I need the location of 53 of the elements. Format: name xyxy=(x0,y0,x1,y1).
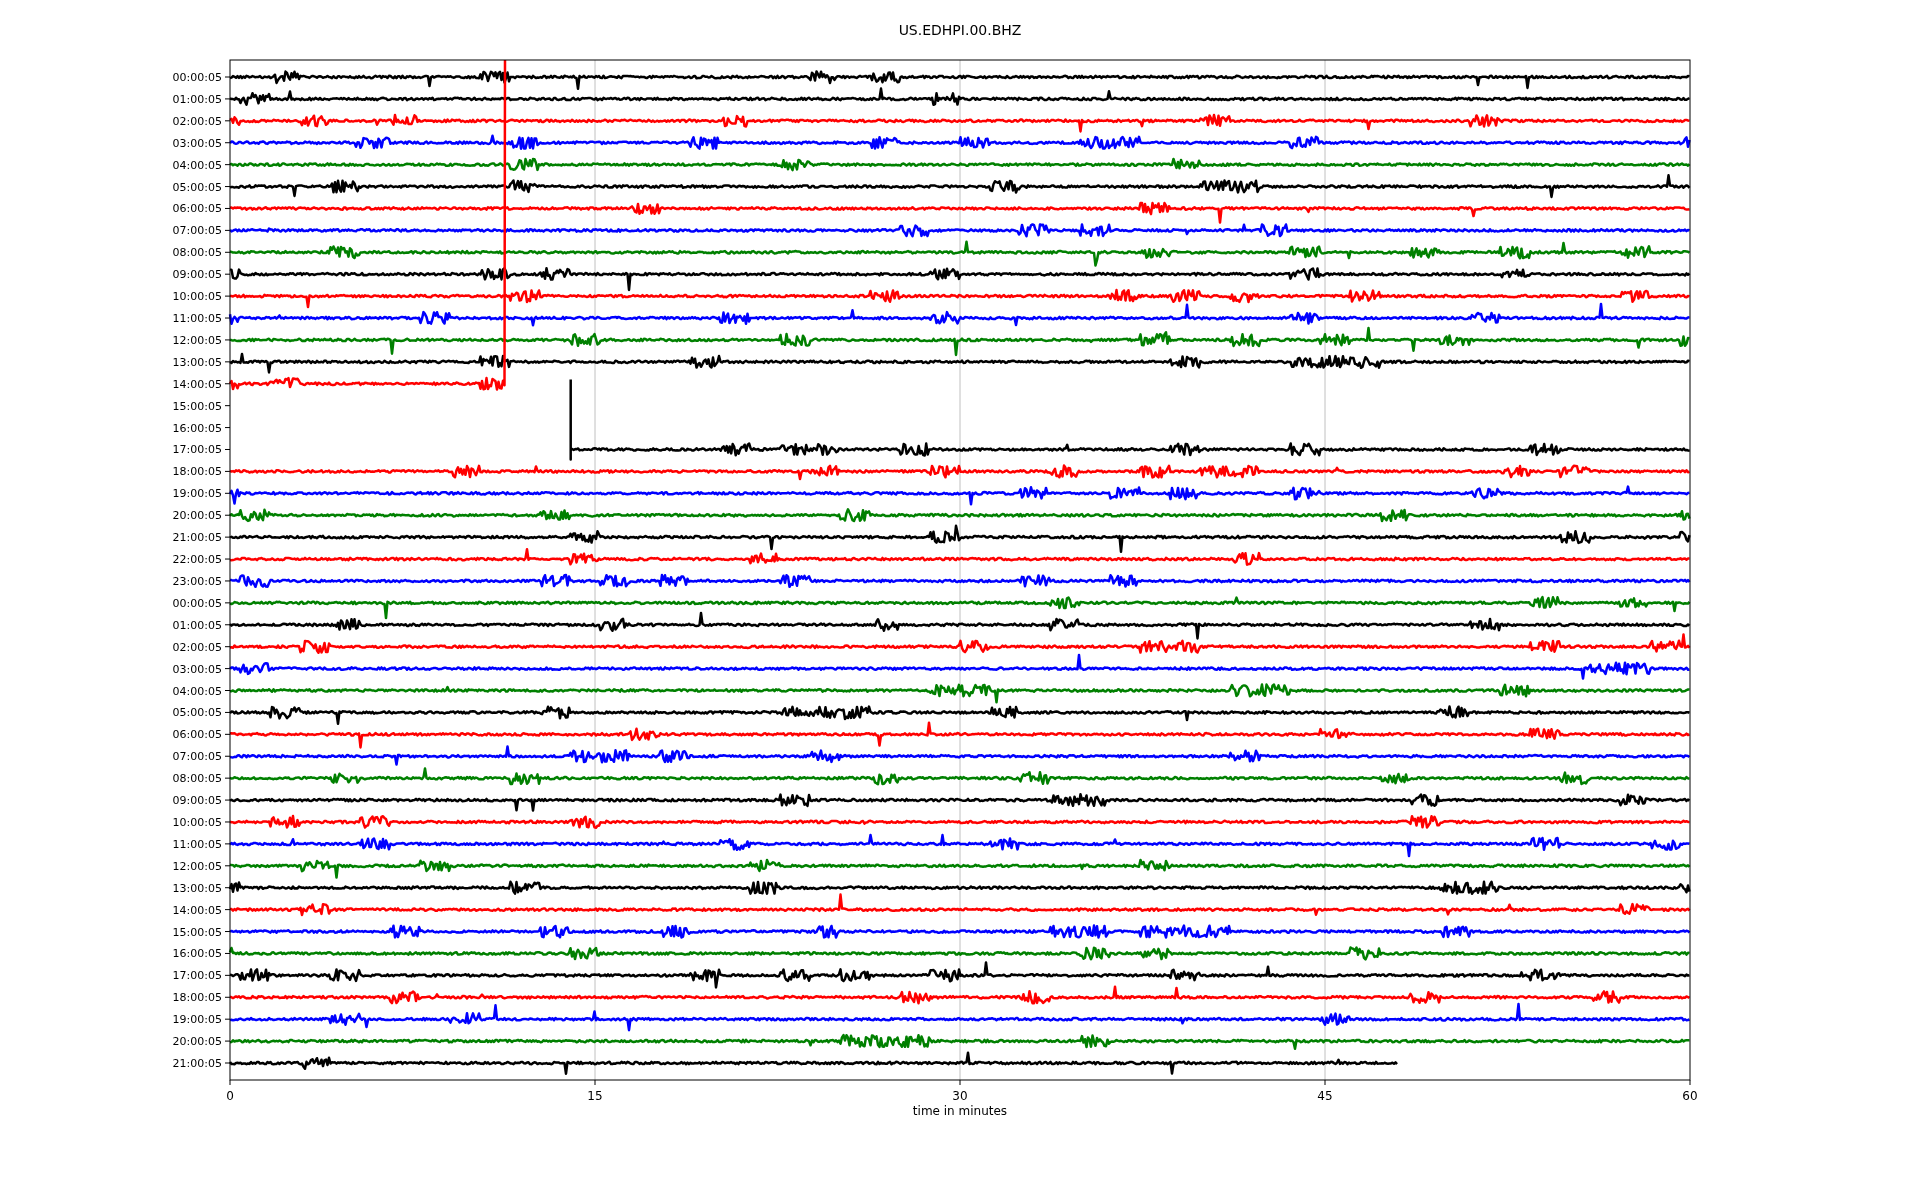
y-tick-label: 23:00:05 xyxy=(172,574,222,588)
y-tick-label: 11:00:05 xyxy=(172,312,222,325)
y-tick-label: 04:00:05 xyxy=(172,684,222,698)
y-tick-label: 13:00:05 xyxy=(172,355,222,369)
x-tick-label: 45 xyxy=(1317,1089,1333,1103)
y-tick-label: 09:00:05 xyxy=(172,268,222,282)
y-tick-label: 19:00:05 xyxy=(172,1013,222,1027)
y-tick-label: 02:00:05 xyxy=(172,114,222,128)
y-tick-label: 15:00:05 xyxy=(172,399,222,413)
y-tick-label: 13:00:05 xyxy=(172,881,222,895)
y-tick-label: 20:00:05 xyxy=(172,509,222,523)
y-tick-label: 01:00:05 xyxy=(172,92,222,106)
y-tick-label: 09:00:05 xyxy=(172,794,222,808)
y-tick-label: 20:00:05 xyxy=(172,1035,222,1049)
y-tick-label: 00:00:05 xyxy=(172,71,222,84)
y-tick-label: 19:00:05 xyxy=(172,487,222,501)
y-tick-label: 00:00:05 xyxy=(172,596,222,610)
y-tick-label: 21:00:05 xyxy=(172,531,222,545)
y-tick-label: 03:00:05 xyxy=(172,662,222,676)
y-tick-label: 22:00:05 xyxy=(172,553,222,567)
y-tick-label: 17:00:05 xyxy=(172,969,222,983)
y-tick-label: 08:00:05 xyxy=(172,772,222,786)
y-tick-label: 05:00:05 xyxy=(172,706,222,720)
x-tick-label: 0 xyxy=(226,1089,234,1103)
y-tick-label: 06:00:05 xyxy=(172,202,222,216)
y-tick-label: 21:00:05 xyxy=(172,1057,222,1070)
y-tick-label: 07:00:05 xyxy=(172,224,222,238)
y-tick-label: 12:00:05 xyxy=(172,859,222,873)
x-tick-label: 30 xyxy=(952,1089,968,1103)
y-tick-label: 18:00:05 xyxy=(172,991,222,1005)
y-tick-label: 10:00:05 xyxy=(172,290,222,304)
y-tick-label: 04:00:05 xyxy=(172,158,222,172)
y-tick-label: 06:00:05 xyxy=(172,728,222,742)
y-tick-label: 18:00:05 xyxy=(172,465,222,479)
y-tick-label: 15:00:05 xyxy=(172,925,222,939)
y-tick-label: 10:00:05 xyxy=(172,816,222,829)
y-tick-label: 05:00:05 xyxy=(172,180,222,194)
y-tick-label: 14:00:05 xyxy=(172,903,222,917)
y-tick-label: 08:00:05 xyxy=(172,246,222,260)
x-axis-label: time in minutes xyxy=(912,1104,1008,1118)
chart-title: US.EDHPI.00.BHZ xyxy=(898,22,1022,38)
y-tick-label: 12:00:05 xyxy=(172,333,222,347)
y-tick-label: 14:00:05 xyxy=(172,377,222,391)
x-tick-label: 15 xyxy=(587,1089,603,1103)
y-tick-label: 17:00:05 xyxy=(172,443,222,457)
y-tick-label: 02:00:05 xyxy=(172,640,222,654)
y-tick-label: 07:00:05 xyxy=(172,750,222,764)
y-tick-label: 16:00:05 xyxy=(172,421,222,435)
y-tick-label: 16:00:05 xyxy=(172,947,222,961)
y-tick-label: 03:00:05 xyxy=(172,136,222,150)
x-tick-label: 60 xyxy=(1682,1089,1698,1103)
y-tick-label: 11:00:05 xyxy=(172,837,222,851)
y-tick-label: 01:00:05 xyxy=(172,618,222,632)
